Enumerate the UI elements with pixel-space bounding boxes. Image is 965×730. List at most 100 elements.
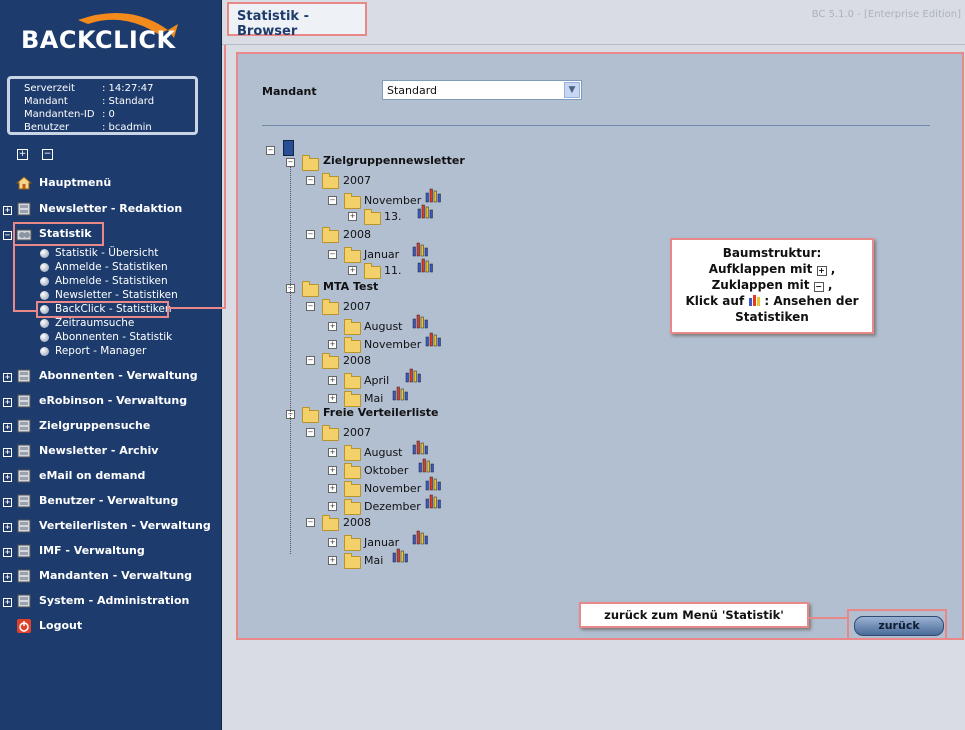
tree-day-label[interactable]: 11.: [384, 264, 402, 280]
page-title: Statistik - Browser: [237, 9, 309, 39]
collapse-icon[interactable]: −: [306, 356, 315, 365]
nav-erobinson-verwaltung[interactable]: + eRobinson - Verwaltung: [0, 393, 221, 411]
nav-hauptmenu[interactable]: Hauptmenü: [0, 175, 221, 193]
collapse-icon[interactable]: −: [306, 518, 315, 527]
expand-icon[interactable]: +: [328, 484, 337, 493]
root-folder-icon: [283, 140, 294, 156]
collapse-icon[interactable]: −: [3, 231, 12, 240]
collapse-icon[interactable]: −: [306, 230, 315, 239]
nav-newsletter-archiv[interactable]: + Newsletter - Archiv: [0, 443, 221, 461]
chevron-down-icon[interactable]: ▼: [564, 82, 580, 98]
nav-email-on-demand[interactable]: + eMail on demand: [0, 468, 221, 486]
connector-line: [13, 310, 37, 312]
nav-newsletter-redaktion[interactable]: + Newsletter - Redaktion: [0, 201, 221, 219]
expand-icon[interactable]: +: [348, 266, 357, 275]
tree-month-label[interactable]: November: [364, 338, 421, 354]
bar-chart-icon[interactable]: [425, 188, 441, 203]
highlight-statistik: [13, 222, 104, 246]
tree-year-label[interactable]: 2007: [343, 174, 371, 190]
tree-year-label[interactable]: 2007: [343, 300, 371, 316]
nav-logout[interactable]: Logout: [0, 618, 221, 636]
cabinet-icon: [17, 494, 31, 508]
bar-chart-icon[interactable]: [425, 476, 441, 491]
tree-month-label[interactable]: August: [364, 320, 403, 336]
expand-icon[interactable]: +: [348, 212, 357, 221]
expand-icon[interactable]: +: [328, 466, 337, 475]
expand-icon[interactable]: +: [3, 573, 12, 582]
tree-year-label[interactable]: 2008: [343, 516, 371, 532]
nav-verteilerlisten-verwaltung[interactable]: + Verteilerlisten - Verwaltung: [0, 518, 221, 536]
tree-year-label[interactable]: 2008: [343, 354, 371, 370]
tree-month-label[interactable]: November: [364, 482, 421, 498]
bar-chart-icon[interactable]: [412, 530, 428, 545]
collapse-icon[interactable]: −: [266, 146, 275, 155]
nav-system-administration[interactable]: + System - Administration: [0, 593, 221, 611]
tree-month-label[interactable]: Dezember: [364, 500, 421, 516]
bar-chart-icon[interactable]: [392, 386, 408, 401]
bar-chart-icon[interactable]: [418, 458, 434, 473]
nav-mandanten-verwaltung[interactable]: + Mandanten - Verwaltung: [0, 568, 221, 586]
expand-icon[interactable]: +: [3, 548, 12, 557]
callout-back-help: zurück zum Menü 'Statistik': [579, 602, 809, 628]
tree-group-label[interactable]: MTA Test: [323, 280, 378, 296]
back-button[interactable]: zurück: [854, 616, 944, 636]
nav-abonnenten-verwaltung[interactable]: + Abonnenten - Verwaltung: [0, 368, 221, 386]
bar-chart-icon[interactable]: [412, 314, 428, 329]
nav-imf-verwaltung[interactable]: + IMF - Verwaltung: [0, 543, 221, 561]
bar-chart-icon[interactable]: [405, 368, 421, 383]
expand-icon[interactable]: +: [3, 523, 12, 532]
expand-icon[interactable]: +: [3, 448, 12, 457]
expand-icon[interactable]: +: [328, 322, 337, 331]
folder-icon: [344, 247, 361, 263]
tree-month-label[interactable]: Mai: [364, 554, 383, 570]
bar-chart-icon[interactable]: [417, 204, 433, 219]
bar-chart-icon[interactable]: [412, 440, 428, 455]
expand-icon[interactable]: +: [3, 473, 12, 482]
collapse-icon[interactable]: −: [306, 176, 315, 185]
callout-line: Klick auf : Ansehen der: [685, 294, 859, 308]
expand-all-icon[interactable]: +: [17, 149, 28, 160]
bar-chart-icon[interactable]: [392, 548, 408, 563]
collapse-all-icon[interactable]: −: [42, 149, 53, 160]
expand-icon[interactable]: +: [3, 598, 12, 607]
nav-benutzer-verwaltung[interactable]: + Benutzer - Verwaltung: [0, 493, 221, 511]
tree-year-label[interactable]: 2008: [343, 228, 371, 244]
tree-month-label[interactable]: Oktober: [364, 464, 408, 480]
collapse-icon[interactable]: −: [328, 250, 337, 259]
bar-chart-icon[interactable]: [425, 332, 441, 347]
tree-group-label[interactable]: Freie Verteilerliste: [323, 406, 439, 422]
expand-icon[interactable]: +: [3, 206, 12, 215]
expand-icon[interactable]: +: [3, 398, 12, 407]
expand-icon[interactable]: +: [328, 448, 337, 457]
tree-month-label[interactable]: November: [364, 194, 421, 210]
tree-month-label[interactable]: August: [364, 446, 403, 462]
nav-zielgruppensuche[interactable]: + Zielgruppensuche: [0, 418, 221, 436]
cabinet-icon: [17, 519, 31, 533]
expand-icon[interactable]: +: [328, 394, 337, 403]
collapse-icon[interactable]: −: [306, 302, 315, 311]
tree-month-label[interactable]: April: [364, 374, 389, 390]
collapse-icon[interactable]: −: [306, 428, 315, 437]
tree-group-label[interactable]: Zielgruppennewsletter: [323, 154, 465, 170]
folder-icon: [322, 353, 339, 369]
expand-icon[interactable]: +: [328, 502, 337, 511]
bar-chart-icon[interactable]: [425, 494, 441, 509]
folder-icon: [322, 227, 339, 243]
expand-icon[interactable]: +: [3, 498, 12, 507]
tree-year-label[interactable]: 2007: [343, 426, 371, 442]
folder-icon: [344, 193, 361, 209]
content-inner: Mandant Standard ▼ − − Zielgruppennewslett…: [240, 56, 960, 636]
tree-month-label[interactable]: Januar: [364, 248, 399, 264]
bar-chart-icon[interactable]: [417, 258, 433, 273]
expand-icon[interactable]: +: [328, 376, 337, 385]
collapse-icon[interactable]: −: [328, 196, 337, 205]
mandant-select[interactable]: Standard ▼: [382, 80, 582, 100]
expand-icon[interactable]: +: [3, 423, 12, 432]
expand-icon[interactable]: +: [328, 340, 337, 349]
expand-icon[interactable]: +: [328, 538, 337, 547]
expand-icon[interactable]: +: [3, 373, 12, 382]
bar-chart-icon[interactable]: [412, 242, 428, 257]
tree-day-label[interactable]: 13.: [384, 210, 402, 226]
power-icon: [17, 619, 31, 633]
expand-icon[interactable]: +: [328, 556, 337, 565]
